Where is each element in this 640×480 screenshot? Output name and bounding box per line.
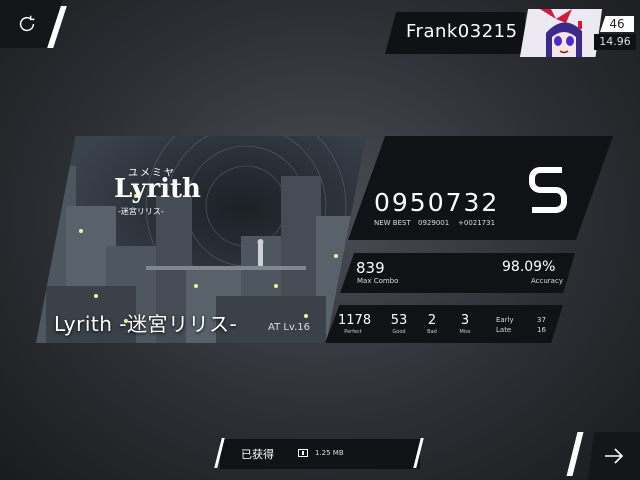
perfect-label: Perfect bbox=[344, 329, 362, 335]
late-label: Late bbox=[496, 326, 512, 334]
next-button[interactable] bbox=[588, 432, 640, 480]
player-level-badge: 46 bbox=[600, 16, 634, 32]
grade-s-icon: S bbox=[529, 167, 567, 213]
perfect-count: 1178 bbox=[338, 313, 372, 328]
score-delta: +0021731 bbox=[458, 219, 496, 227]
late-count: 16 bbox=[537, 326, 546, 334]
score-value: 0950732 bbox=[374, 188, 500, 217]
max-combo-label: Max Combo bbox=[357, 277, 399, 285]
arrow-right-icon bbox=[605, 448, 624, 464]
new-best-label: NEW BEST bbox=[374, 219, 411, 227]
max-combo-value: 839 bbox=[356, 259, 385, 277]
accuracy-label: Accuracy bbox=[531, 277, 563, 285]
miss-label: Miss bbox=[459, 329, 471, 335]
bad-count: 2 bbox=[427, 313, 437, 328]
early-label: Early bbox=[496, 316, 514, 324]
difficulty-label: AT Lv.16 bbox=[268, 322, 310, 333]
song-title: Lyrith -迷宮リリス- bbox=[54, 312, 238, 336]
bad-label: Bad bbox=[427, 329, 437, 335]
song-logo: Lyrith bbox=[114, 174, 201, 204]
storage-icon bbox=[298, 449, 308, 457]
retry-icon bbox=[19, 15, 35, 32]
song-logo-sub: -迷宮リリス- bbox=[118, 207, 164, 216]
miss-count: 3 bbox=[460, 313, 470, 328]
player-rks: 14.96 bbox=[594, 34, 636, 50]
download-size: 1.25 MB bbox=[315, 449, 344, 457]
early-count: 37 bbox=[537, 316, 546, 324]
accuracy-value: 98.09% bbox=[502, 259, 556, 275]
good-label: Good bbox=[392, 329, 406, 335]
next-divider bbox=[566, 432, 584, 476]
avatar[interactable] bbox=[520, 9, 602, 57]
previous-best: 0929001 bbox=[418, 219, 450, 227]
player-name: Frank03215 bbox=[406, 21, 518, 42]
obtained-label: 已获得 bbox=[241, 448, 274, 461]
good-count: 53 bbox=[390, 313, 408, 328]
